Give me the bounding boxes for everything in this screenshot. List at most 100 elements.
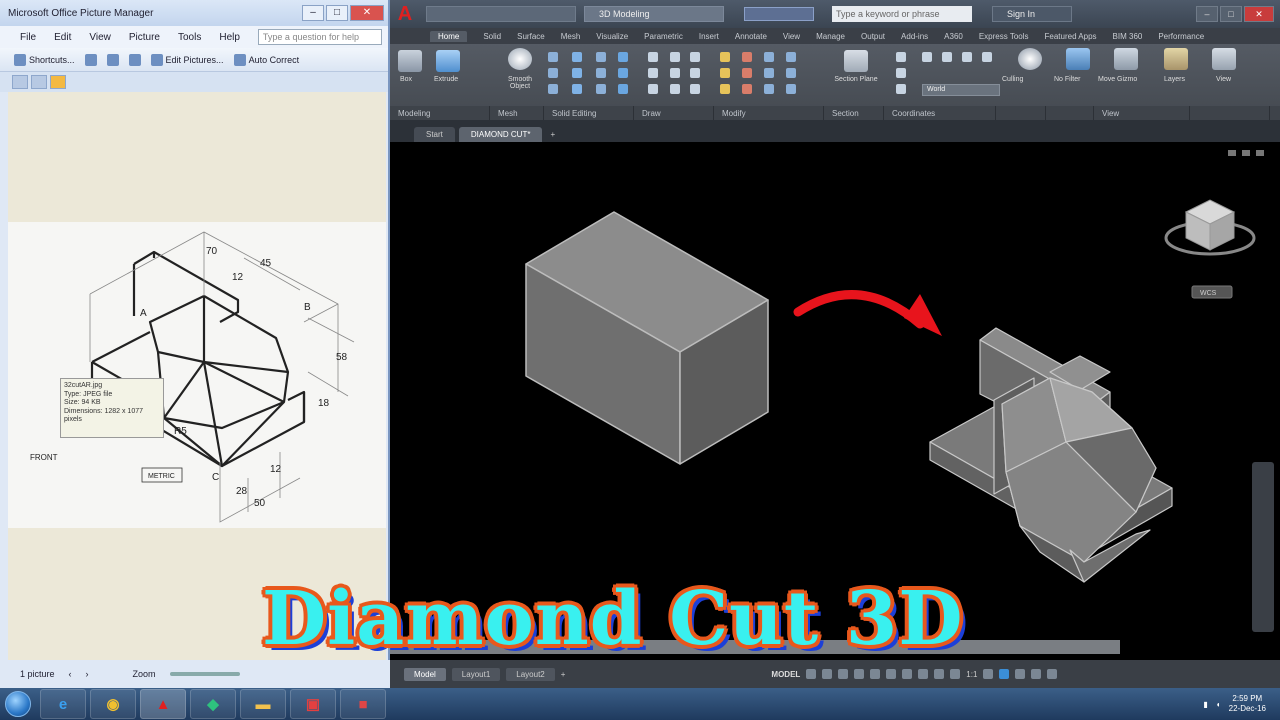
menu-file[interactable]: File (20, 32, 36, 43)
group-layers[interactable] (1190, 106, 1270, 120)
prev-button[interactable]: ‹ (69, 669, 72, 679)
tab-home[interactable]: Home (430, 30, 468, 42)
start-button[interactable] (0, 688, 36, 720)
ucs-icon[interactable] (896, 84, 906, 94)
draw-ellipse-icon[interactable] (690, 68, 700, 78)
new-tab-button[interactable]: + (546, 127, 559, 142)
extrude-button[interactable] (436, 50, 460, 72)
lineweight-icon[interactable] (902, 669, 913, 679)
workspace-dropdown[interactable]: 3D Modeling (584, 6, 724, 22)
minimize-button[interactable]: – (1196, 6, 1218, 22)
otrack-icon[interactable] (886, 669, 897, 679)
draw-arc-icon[interactable] (670, 52, 680, 62)
move-gizmo-button[interactable] (1114, 48, 1138, 70)
group-coordinates[interactable]: Coordinates (884, 106, 996, 120)
mesh-tool-icon[interactable] (548, 52, 558, 62)
minimize-button[interactable]: – (302, 5, 324, 21)
sign-in-button[interactable]: Sign In (992, 6, 1072, 22)
ucs-icon[interactable] (922, 52, 932, 62)
ucs-icon[interactable] (942, 52, 952, 62)
solid-edit-icon[interactable] (572, 52, 582, 62)
clean-screen-icon[interactable] (1031, 669, 1042, 679)
draw-polyline-icon[interactable] (648, 68, 658, 78)
draw-point-icon[interactable] (690, 84, 700, 94)
group-modify[interactable]: Modify (714, 106, 824, 120)
navigation-bar[interactable] (1252, 462, 1274, 632)
tab-output[interactable]: Output (861, 32, 885, 41)
tab-surface[interactable]: Surface (517, 32, 545, 41)
mesh-tool-icon[interactable] (548, 84, 558, 94)
ucs-icon[interactable] (962, 52, 972, 62)
draw-hatch-icon[interactable] (670, 84, 680, 94)
modify-scale-icon[interactable] (720, 84, 730, 94)
osnap-icon[interactable] (870, 669, 881, 679)
chrome-icon[interactable]: ◉ (90, 689, 136, 719)
next-button[interactable]: › (86, 669, 89, 679)
draw-circle-icon[interactable] (648, 84, 658, 94)
draw-line-icon[interactable] (648, 52, 658, 62)
picture-manager-titlebar[interactable]: Microsoft Office Picture Manager – □ ✕ (0, 0, 388, 26)
solid-edit-icon[interactable] (618, 84, 628, 94)
customization-icon[interactable] (1047, 669, 1058, 679)
diamond-cut-solid[interactable] (929, 327, 1173, 583)
grid-icon[interactable] (806, 669, 817, 679)
quick-access-toolbar[interactable] (426, 6, 576, 22)
ucs-icon[interactable] (896, 68, 906, 78)
maximize-button[interactable]: □ (326, 5, 348, 21)
solid-edit-icon[interactable] (596, 84, 606, 94)
solid-edit-icon[interactable] (572, 84, 582, 94)
tab-performance[interactable]: Performance (1158, 32, 1204, 41)
help-search-input[interactable]: Type a question for help (257, 29, 382, 45)
view-button[interactable] (1212, 48, 1236, 70)
rotate-right-button[interactable] (128, 53, 141, 66)
smooth-object-button[interactable] (508, 48, 532, 70)
solid-edit-icon[interactable] (618, 52, 628, 62)
tab-add-ins[interactable]: Add-ins (901, 32, 928, 41)
save-button[interactable] (84, 53, 97, 66)
ortho-icon[interactable] (838, 669, 849, 679)
solid-edit-icon[interactable] (618, 68, 628, 78)
close-button[interactable]: ✕ (350, 5, 384, 21)
solid-edit-icon[interactable] (596, 68, 606, 78)
menu-help[interactable]: Help (219, 32, 240, 43)
tab-parametric[interactable]: Parametric (644, 32, 683, 41)
layout-tab-layout1[interactable]: Layout1 (451, 667, 501, 681)
menu-picture[interactable]: Picture (129, 32, 160, 43)
tab-bim-360[interactable]: BIM 360 (1113, 32, 1143, 41)
workspace-icon[interactable] (983, 669, 994, 679)
filmstrip-view-tab[interactable] (31, 75, 47, 89)
modify-stretch-icon[interactable] (764, 84, 774, 94)
modify-explode-icon[interactable] (786, 68, 796, 78)
modify-offset-icon[interactable] (786, 52, 796, 62)
annotation-scale[interactable]: 1:1 (966, 670, 977, 679)
clock[interactable]: 2:59 PM 22-Dec-16 (1229, 694, 1266, 714)
tab-insert[interactable]: Insert (699, 32, 719, 41)
auto-correct-button[interactable]: Auto Correct (233, 53, 299, 66)
group-modeling[interactable]: Modeling (390, 106, 490, 120)
culling-button[interactable] (1018, 48, 1042, 70)
tab-mesh[interactable]: Mesh (561, 32, 581, 41)
box-button[interactable] (398, 50, 422, 72)
box-solid[interactable] (525, 211, 769, 465)
doc-tab-diamond-cut[interactable]: DIAMOND CUT* (458, 127, 543, 142)
media-app-icon[interactable]: ▣ (290, 689, 336, 719)
modify-rotate-icon[interactable] (720, 68, 730, 78)
mesh-tool-icon[interactable] (548, 68, 558, 78)
solid-edit-icon[interactable] (572, 68, 582, 78)
modify-erase-icon[interactable] (786, 84, 796, 94)
single-view-tab[interactable] (50, 75, 66, 89)
tab-solid[interactable]: Solid (483, 32, 501, 41)
autocad-taskbar-icon[interactable]: ▲ (140, 689, 186, 719)
modify-mirror-icon[interactable] (742, 68, 752, 78)
no-filter-button[interactable] (1066, 48, 1090, 70)
selection-cycling-icon[interactable] (934, 669, 945, 679)
volume-icon[interactable]: ◖ (1216, 700, 1221, 709)
tab-visualize[interactable]: Visualize (596, 32, 628, 41)
close-button[interactable]: ✕ (1244, 6, 1274, 22)
tab-manage[interactable]: Manage (816, 32, 845, 41)
ucs-icon[interactable] (896, 52, 906, 62)
coordinates-dropdown[interactable]: World (922, 84, 1000, 96)
layers-button[interactable] (1164, 48, 1188, 70)
menu-view[interactable]: View (89, 32, 111, 43)
doc-tab-start[interactable]: Start (414, 127, 455, 142)
